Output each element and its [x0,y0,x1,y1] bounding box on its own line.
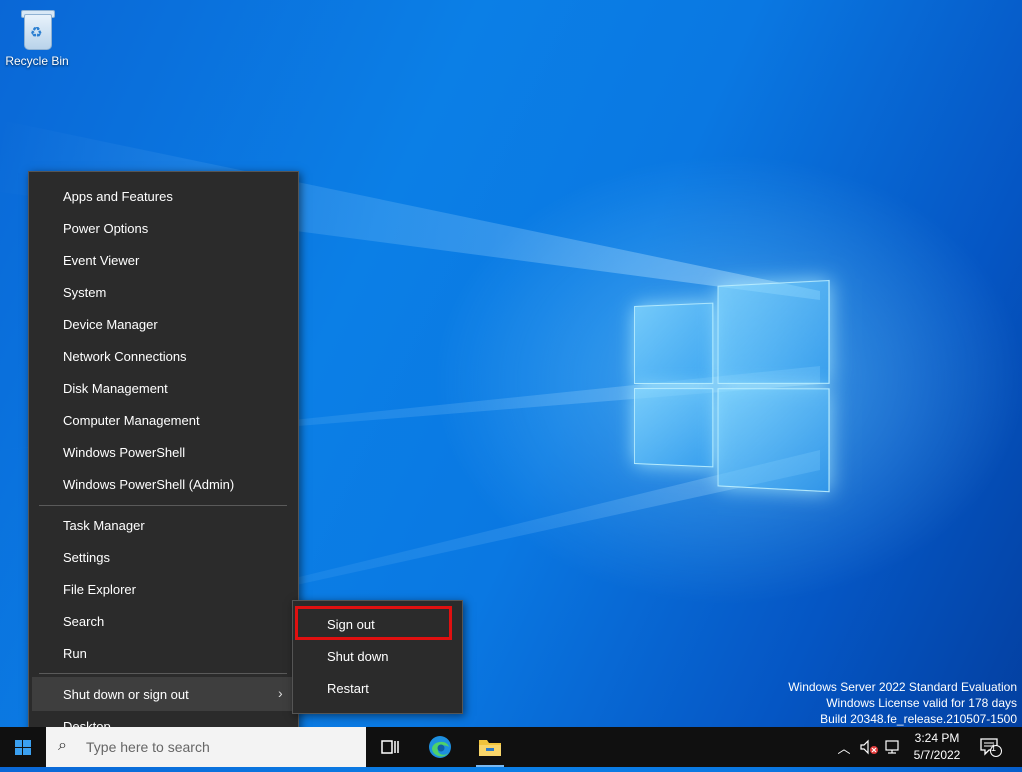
menu-item-event-viewer[interactable]: Event Viewer [63,253,139,269]
desktop-icon-label: Recycle Bin [5,54,69,68]
clock-date: 5/7/2022 [913,748,961,762]
taskbar-search-box[interactable]: ⌕ Type here to search [46,727,366,767]
recycle-bin-icon: ♻ [18,8,56,50]
winx-context-menu: Apps and Features Power Options Event Vi… [28,171,299,751]
notification-count: 1 [991,743,997,753]
search-icon: ⌕ [58,737,67,754]
chevron-right-icon: › [278,685,283,701]
menu-item-disk-management[interactable]: Disk Management [63,381,168,397]
task-view-button[interactable] [366,727,414,767]
windows-watermark: Windows Server 2022 Standard Evaluation … [788,679,1017,727]
menu-item-power-options[interactable]: Power Options [63,221,148,237]
menu-item-search[interactable]: Search [63,614,104,630]
recycle-bin-shortcut[interactable]: ♻ Recycle Bin [4,8,70,68]
menu-item-windows-powershell-admin[interactable]: Windows PowerShell (Admin) [63,477,234,493]
menu-item-run[interactable]: Run [63,646,87,662]
menu-item-apps-and-features[interactable]: Apps and Features [63,189,173,205]
menu-item-computer-management[interactable]: Computer Management [63,413,200,429]
clock-time: 3:24 PM [914,731,960,745]
network-icon [885,740,899,754]
submenu-item-restart[interactable]: Restart [327,681,369,696]
menu-item-file-explorer[interactable]: File Explorer [63,582,136,598]
shutdown-submenu: Sign out Shut down Restart [292,600,463,714]
menu-item-network-connections[interactable]: Network Connections [63,349,187,365]
file-explorer-icon [479,740,501,756]
file-explorer-button[interactable] [466,727,514,767]
network-button[interactable] [882,727,904,767]
watermark-license: Windows License valid for 178 days [826,696,1017,710]
edge-icon [429,736,451,758]
notification-center-button[interactable]: 1 [976,727,1006,767]
task-view-icon [381,740,399,754]
windows-start-icon [15,740,31,755]
taskbar: ⌕ Type here to search ︿ 3:24 PM 5/7/2022… [0,727,1022,767]
volume-button[interactable] [858,727,880,767]
watermark-edition: Windows Server 2022 Standard Evaluation [788,680,1017,694]
menu-item-shut-down-or-sign-out[interactable]: Shut down or sign out [63,687,189,703]
desktop: { "desktop": { "icons": [ { "label": "Re… [0,0,1022,767]
windows-logo-wallpaper [634,279,830,493]
taskbar-clock[interactable]: 3:24 PM 5/7/2022 [904,730,970,764]
submenu-item-sign-out[interactable]: Sign out [327,617,375,632]
menu-item-settings[interactable]: Settings [63,550,110,566]
submenu-item-shut-down[interactable]: Shut down [327,649,388,664]
show-hidden-icons-button[interactable]: ︿ [834,727,854,767]
edge-button[interactable] [416,727,464,767]
chevron-up-icon: ︿ [837,740,851,756]
search-placeholder: Type here to search [86,739,210,755]
watermark-build: Build 20348.fe_release.210507-1500 [820,712,1017,726]
menu-item-windows-powershell[interactable]: Windows PowerShell [63,445,185,461]
volume-muted-icon [860,739,878,755]
menu-separator [39,673,287,674]
menu-item-device-manager[interactable]: Device Manager [63,317,158,333]
menu-item-task-manager[interactable]: Task Manager [63,518,145,534]
menu-separator [39,505,287,506]
start-button[interactable] [0,727,46,767]
menu-item-system[interactable]: System [63,285,106,301]
